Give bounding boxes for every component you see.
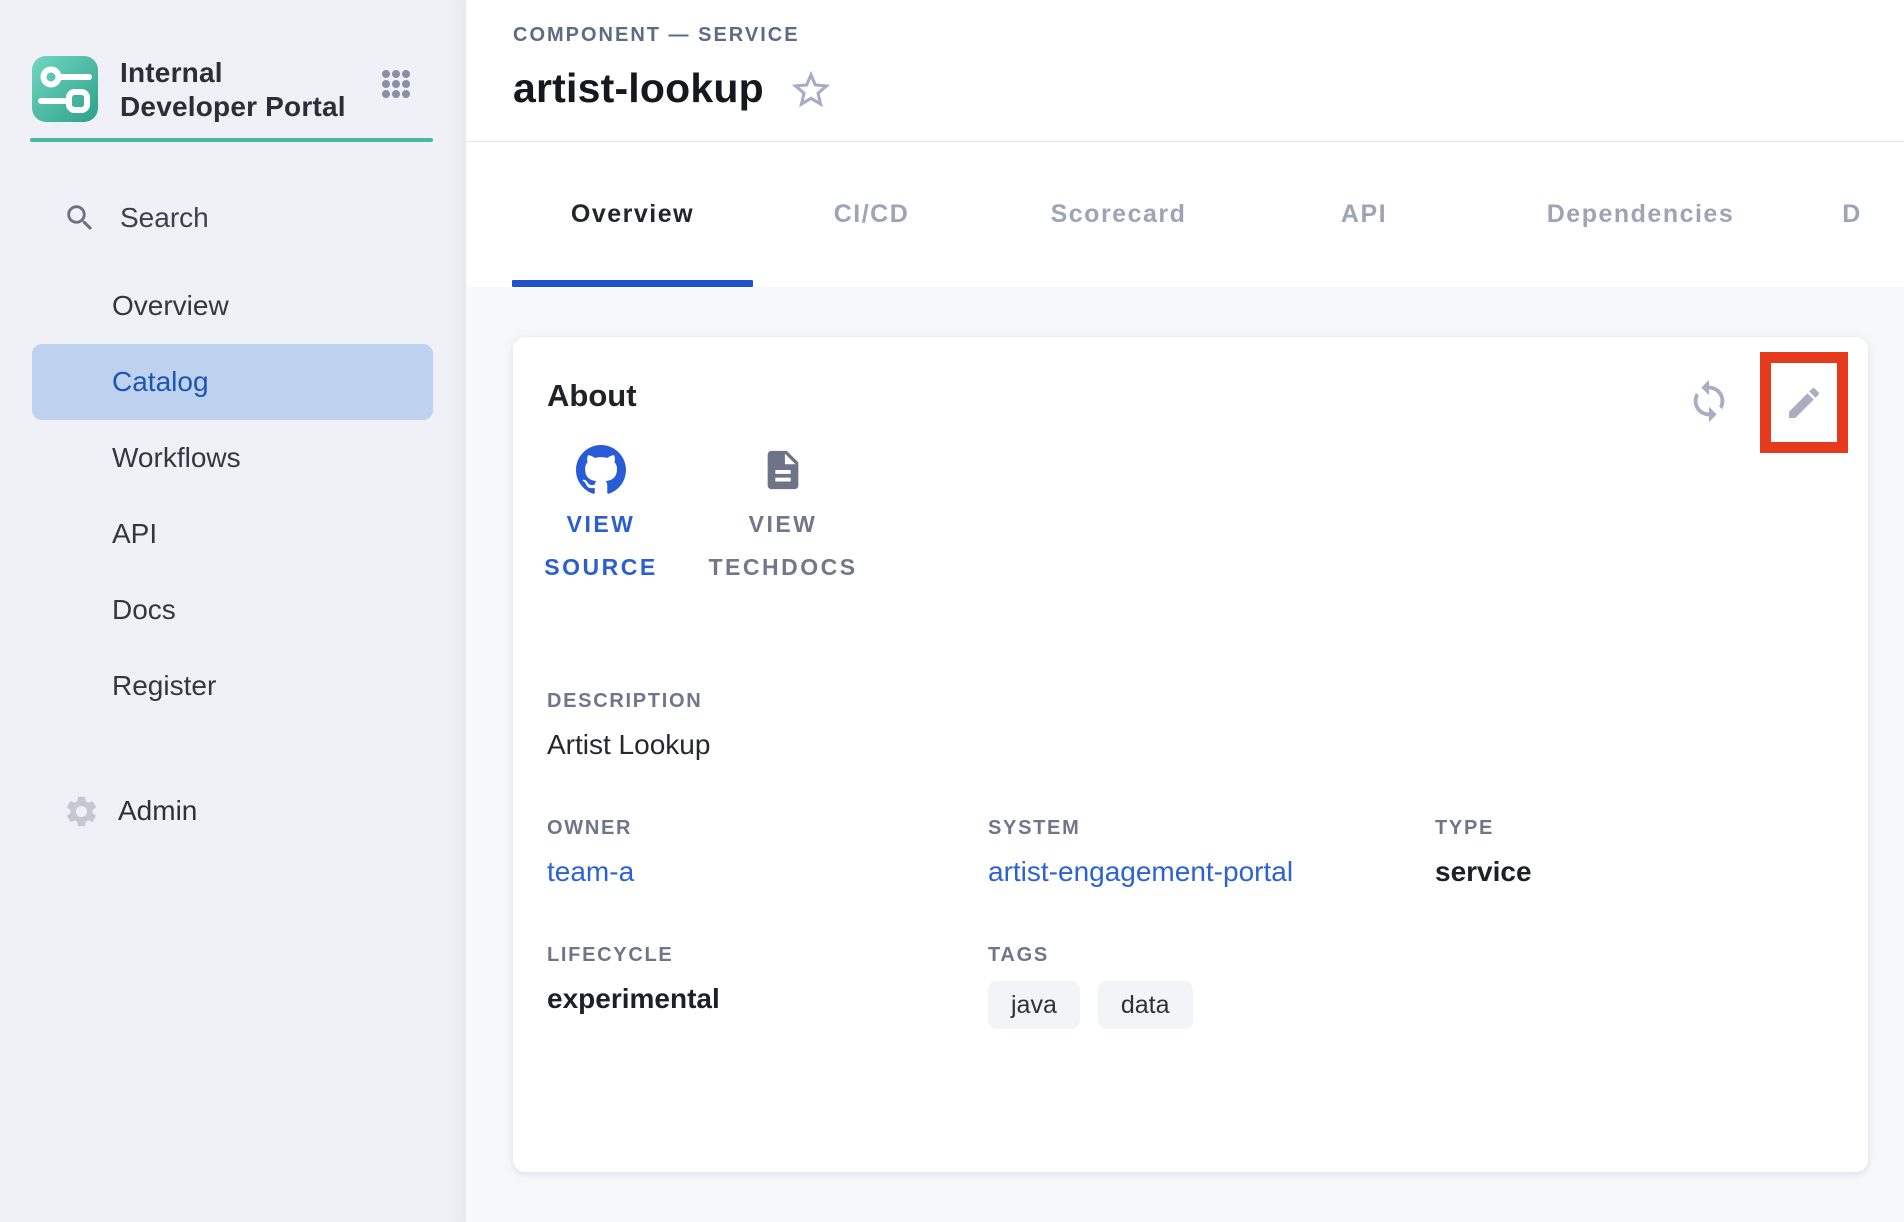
empty-cell — [1435, 944, 1848, 1029]
page-title: artist-lookup — [513, 65, 764, 112]
tab-cicd[interactable]: CI/CD — [753, 142, 990, 287]
sidebar-item-admin[interactable]: Admin — [0, 786, 466, 836]
app-logo-icon — [32, 56, 98, 122]
sidebar-item-workflows[interactable]: Workflows — [32, 420, 433, 496]
system-value-link[interactable]: artist-engagement-portal — [988, 856, 1293, 888]
search-label: Search — [120, 202, 209, 234]
field-lifecycle: LIFECYCLE experimental — [547, 944, 988, 1029]
sidebar-item-docs[interactable]: Docs — [32, 572, 433, 648]
lifecycle-value: experimental — [547, 983, 720, 1015]
brand-divider — [30, 138, 433, 142]
tag-chip-data[interactable]: data — [1098, 981, 1193, 1029]
refresh-icon[interactable] — [1686, 378, 1732, 424]
entity-header: COMPONENT — SERVICE artist-lookup — [466, 0, 1904, 142]
brand: Internal Developer Portal — [0, 0, 466, 123]
tags-row: java data — [988, 981, 1435, 1029]
tab-api[interactable]: API — [1247, 142, 1481, 287]
admin-label: Admin — [118, 795, 197, 827]
owner-value-link[interactable]: team-a — [547, 856, 634, 888]
view-source-line1: VIEW — [544, 503, 657, 546]
tab-clipped[interactable]: D — [1800, 142, 1904, 287]
sidebar-item-api[interactable]: API — [32, 496, 433, 572]
app-root: Internal Developer Portal Search Overvie… — [0, 0, 1904, 1222]
field-type: TYPE service — [1435, 817, 1848, 888]
description-value: Artist Lookup — [547, 729, 710, 761]
entity-links: VIEW SOURCE VIEW TECHDOCS — [541, 445, 1848, 589]
edit-icon[interactable] — [1784, 383, 1824, 423]
sidebar: Internal Developer Portal Search Overvie… — [0, 0, 466, 1222]
tab-overview[interactable]: Overview — [512, 142, 753, 287]
view-techdocs-line2: TECHDOCS — [708, 546, 857, 589]
sidebar-nav: Overview Catalog Workflows API Docs Regi… — [0, 268, 466, 724]
field-system: SYSTEM artist-engagement-portal — [988, 817, 1435, 888]
tag-chip-java[interactable]: java — [988, 981, 1080, 1029]
star-icon[interactable] — [788, 67, 834, 113]
sidebar-item-register[interactable]: Register — [32, 648, 433, 724]
tab-bar: Overview CI/CD Scorecard API Dependencie… — [466, 142, 1904, 287]
fields-grid: OWNER team-a SYSTEM artist-engagement-po… — [547, 817, 1848, 1029]
field-tags: TAGS java data — [988, 944, 1435, 1029]
field-description: DESCRIPTION Artist Lookup — [547, 690, 1848, 761]
tab-dependencies[interactable]: Dependencies — [1481, 142, 1800, 287]
tags-label: TAGS — [988, 944, 1435, 967]
highlight-annotation-box — [1760, 352, 1848, 453]
sidebar-item-search[interactable]: Search — [0, 196, 466, 240]
field-owner: OWNER team-a — [547, 817, 988, 888]
sidebar-item-overview[interactable]: Overview — [32, 268, 433, 344]
title-row: artist-lookup — [513, 63, 1904, 113]
apps-grid-icon[interactable] — [380, 68, 412, 105]
type-label: TYPE — [1435, 817, 1848, 840]
search-icon — [63, 201, 97, 235]
app-title: Internal Developer Portal — [120, 56, 350, 123]
view-source-line2: SOURCE — [544, 546, 657, 589]
view-source-link[interactable]: VIEW SOURCE — [541, 445, 661, 589]
sidebar-item-catalog[interactable]: Catalog — [32, 344, 433, 420]
content-area: About — [466, 287, 1904, 1222]
type-value: service — [1435, 856, 1532, 888]
main-area: COMPONENT — SERVICE artist-lookup Overvi… — [466, 0, 1904, 1222]
owner-label: OWNER — [547, 817, 988, 840]
description-label: DESCRIPTION — [547, 690, 1848, 713]
techdocs-icon — [760, 445, 806, 495]
gear-icon — [63, 793, 100, 830]
entity-kind-breadcrumb: COMPONENT — SERVICE — [513, 24, 1904, 47]
tab-scorecard[interactable]: Scorecard — [990, 142, 1247, 287]
card-actions — [1686, 352, 1848, 453]
about-card: About — [513, 337, 1868, 1172]
github-icon — [576, 445, 626, 495]
card-title: About — [547, 378, 637, 414]
system-label: SYSTEM — [988, 817, 1435, 840]
card-head: About — [547, 352, 1848, 453]
view-techdocs-link[interactable]: VIEW TECHDOCS — [703, 445, 863, 589]
view-techdocs-line1: VIEW — [708, 503, 857, 546]
lifecycle-label: LIFECYCLE — [547, 944, 988, 967]
